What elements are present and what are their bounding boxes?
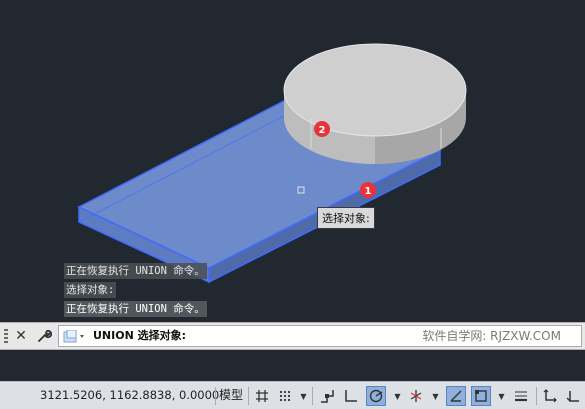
step-marker-1: 1 (360, 182, 376, 198)
status-separator (312, 387, 313, 405)
chevron-down-icon[interactable]: ▼ (431, 386, 440, 406)
ucs-icon[interactable] (540, 386, 560, 406)
infer-constraints-icon[interactable] (317, 386, 337, 406)
object-snap-icon[interactable] (471, 386, 491, 406)
chevron-down-icon[interactable]: ▼ (299, 386, 308, 406)
status-separator (215, 387, 216, 405)
svg-text:2: 2 (319, 125, 326, 136)
command-recent-icon[interactable] (63, 329, 89, 348)
command-history: 正在恢复执行 UNION 命令。 选择对象: 正在恢复执行 UNION 命令。 (64, 263, 207, 320)
polar-tracking-icon[interactable] (366, 386, 386, 406)
wrench-icon[interactable] (34, 326, 54, 346)
svg-text:1: 1 (365, 186, 372, 197)
object-snap-tracking-icon[interactable] (446, 386, 466, 406)
command-line-bar: ✕ UNION 选择对象: 软件自学网: RJZXW.COM (0, 322, 585, 350)
history-line: 选择对象: (64, 282, 117, 298)
drag-grip-handle[interactable] (4, 329, 8, 345)
model-space-button[interactable]: 模型 (219, 382, 243, 409)
drawing-viewport[interactable]: 1 2 选择对象: 正在恢复执行 UNION 命令。 选择对象: 正在恢复执行 … (0, 0, 585, 322)
lineweight-icon[interactable] (511, 386, 531, 406)
chevron-down-icon[interactable]: ▼ (497, 386, 506, 406)
history-line: 正在恢复执行 UNION 命令。 (64, 263, 207, 279)
grid-display-icon[interactable] (252, 386, 272, 406)
dynamic-ucs-icon[interactable] (563, 386, 583, 406)
snap-mode-icon[interactable] (275, 386, 295, 406)
status-separator (536, 387, 537, 405)
history-line: 正在恢复执行 UNION 命令。 (64, 301, 207, 317)
isodraft-icon[interactable] (406, 386, 426, 406)
coordinate-readout[interactable]: 3121.5206, 1162.8838, 0.0000 (40, 382, 219, 409)
ortho-mode-icon[interactable] (341, 386, 361, 406)
cylinder-solid[interactable] (283, 43, 467, 164)
dynamic-input-tooltip: 选择对象: (317, 207, 375, 229)
close-icon[interactable]: ✕ (11, 326, 31, 346)
watermark-text: 软件自学网: RJZXW.COM (422, 329, 561, 343)
step-marker-2: 2 (314, 121, 330, 137)
command-prompt-text: UNION 选择对象: (93, 329, 187, 342)
chevron-down-icon[interactable]: ▼ (393, 386, 402, 406)
status-bar: 3121.5206, 1162.8838, 0.0000 模型 ▼ ▼ ▼ ▼ (0, 381, 585, 409)
status-separator (248, 387, 249, 405)
command-input[interactable]: UNION 选择对象: 软件自学网: RJZXW.COM (58, 325, 582, 347)
